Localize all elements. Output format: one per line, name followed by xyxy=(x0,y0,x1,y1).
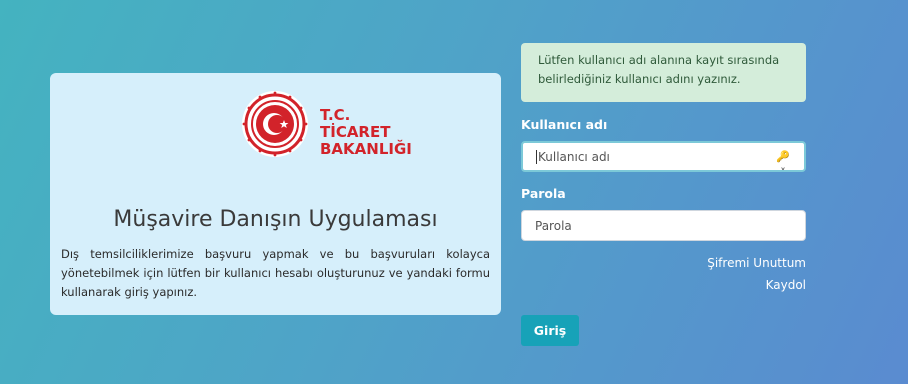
text-cursor xyxy=(536,149,537,164)
forgot-password-link[interactable]: Şifremi Unuttum xyxy=(707,256,806,270)
password-placeholder: Parola xyxy=(535,218,572,233)
username-input[interactable]: Kullanıcı adı 🔑˅ xyxy=(521,141,806,179)
logo-text: T.C. TİCARET BAKANLIĞI xyxy=(320,107,416,158)
page-description: Dış temsilciliklerimize başvuru yapmak v… xyxy=(61,247,490,299)
logo-line-1: T.C. TİCARET xyxy=(320,106,391,141)
ministry-logo: T.C. TİCARET BAKANLIĞI xyxy=(240,89,416,159)
login-button[interactable]: Giriş xyxy=(521,315,579,346)
username-placeholder: Kullanıcı adı xyxy=(538,149,610,164)
info-alert: Lütfen kullanıcı adı alanına kayıt sıras… xyxy=(521,43,806,102)
logo-line-2: BAKANLIĞI xyxy=(320,140,412,158)
password-input[interactable]: Parola xyxy=(521,210,806,241)
info-card: T.C. TİCARET BAKANLIĞI Müşavire Danışın … xyxy=(50,73,501,315)
page-title: Müşavire Danışın Uygulaması xyxy=(113,207,438,232)
password-label: Parola xyxy=(521,186,566,201)
turkish-emblem-icon xyxy=(242,91,308,157)
username-label: Kullanıcı adı xyxy=(521,117,608,132)
key-icon[interactable]: 🔑˅ xyxy=(774,149,792,179)
register-link[interactable]: Kaydol xyxy=(766,278,806,292)
